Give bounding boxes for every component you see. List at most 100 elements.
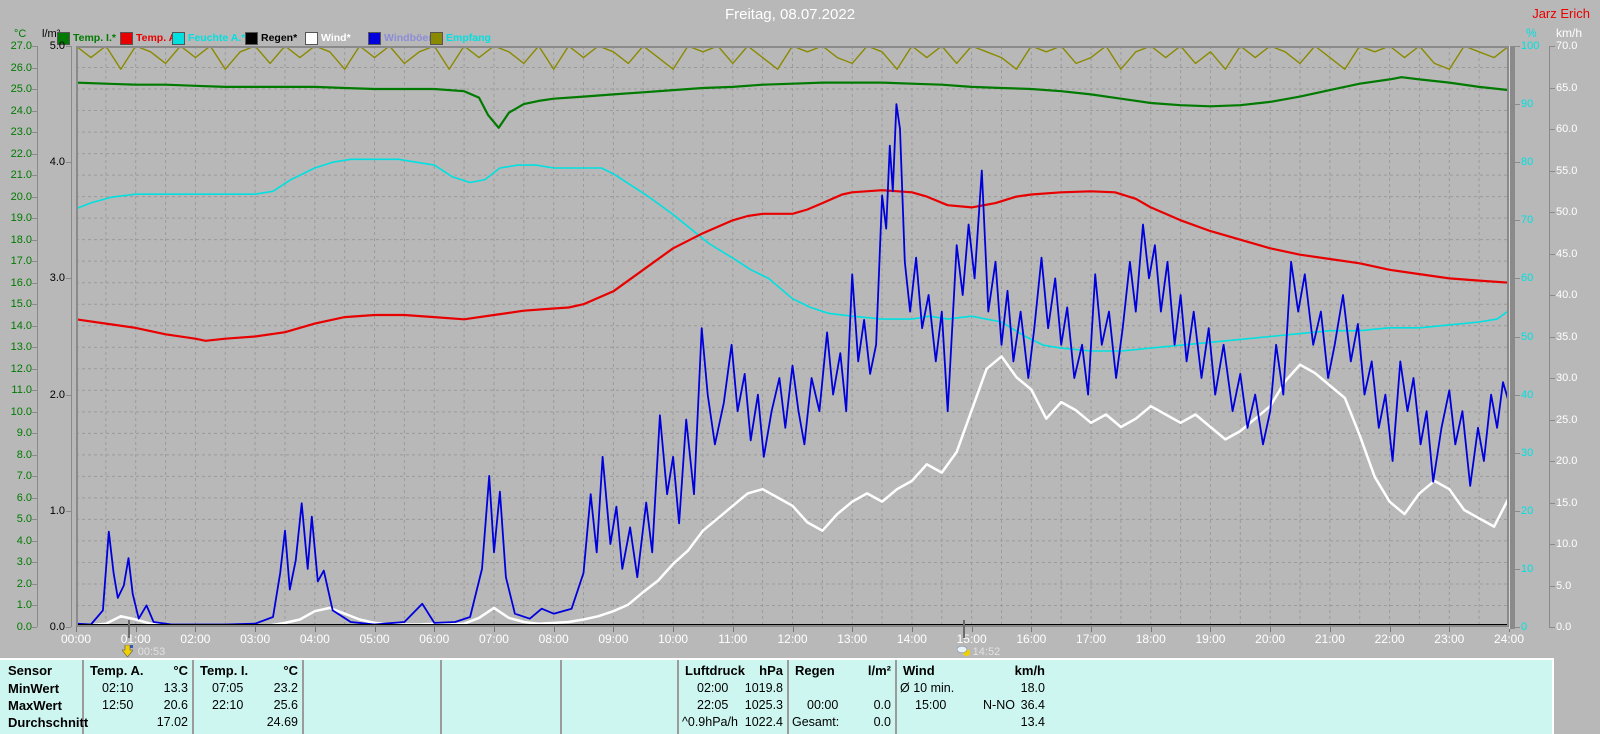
time-axis-label: 10:00 [658,632,689,646]
time-axis-label: 16:00 [1016,632,1047,646]
celsius-axis-tick [32,196,37,198]
time-axis-label: 04:00 [299,632,330,646]
celsius-axis-tick [32,67,37,69]
event-marker-tick [127,620,130,638]
time-axis-label: 02:00 [180,632,211,646]
legend-label-empfang: Empfang [446,32,491,44]
celsius-axis-tick [32,627,37,628]
table-header-unit: °C [173,663,188,678]
table-cell: 1022.4 [744,715,783,729]
celsius-axis-label: 22.0 [10,147,32,160]
table-cell: 0.0 [873,698,891,712]
legend-label-regen: Regen* [261,32,298,44]
table-cell: 13.3 [163,681,188,695]
celsius-axis-label: 24.0 [10,104,32,117]
kmh-axis-tick [1549,212,1555,213]
time-axis-tick [1449,627,1451,632]
kmh-axis-label: 0.0 [1556,621,1572,633]
kmh-axis-tick [1549,419,1555,421]
celsius-axis-line [37,46,38,627]
time-axis-tick [673,627,675,632]
time-axis-tick [314,627,316,632]
regen-swatch-icon [245,32,258,45]
celsius-axis-label: 20.0 [10,190,32,203]
kmh-axis-tick [1549,585,1555,587]
table-cell: 0.0 [873,715,891,729]
percent-axis-tick [1515,510,1520,512]
time-axis-tick [553,627,555,632]
kmh-axis-tick [1549,253,1555,255]
percent-axis-label: 30 [1521,446,1534,459]
celsius-axis-tick [32,562,37,564]
time-axis-label: 20:00 [1255,632,1286,646]
table-cell: 23.2 [273,681,298,695]
celsius-axis-tick [32,261,37,263]
celsius-unit-label: °C [14,28,27,40]
time-axis-tick [1031,627,1033,632]
time-axis-tick [374,627,376,632]
empfang-swatch-icon [430,32,443,45]
celsius-axis-label: 10.0 [10,405,32,418]
celsius-axis-label: 25.0 [10,83,32,96]
table-header-unit: hPa [759,663,783,678]
celsius-axis-label: 26.0 [10,61,32,74]
celsius-axis-tick [32,304,37,306]
time-axis-label: 12:00 [777,632,808,646]
percent-axis-label: 70 [1521,214,1534,227]
celsius-axis-label: 2.0 [16,577,32,590]
kmh-axis-tick [1549,502,1555,504]
wind-swatch-icon [305,32,318,45]
kmh-axis-tick [1549,46,1555,47]
lm2-axis-tick [66,510,71,512]
percent-unit-label: % [1526,26,1537,40]
lm2-axis-label: 4.0 [49,156,65,169]
event-marker-tick [962,620,965,638]
time-axis-label: 14:00 [896,632,927,646]
kmh-axis-label: 70.0 [1556,40,1578,52]
page-title: Freitag, 08.07.2022 [724,6,856,23]
time-axis-label: 18:00 [1135,632,1166,646]
celsius-axis-tick [32,540,37,542]
celsius-axis-label: 16.0 [10,276,32,289]
celsius-axis-label: 23.0 [10,126,32,139]
celsius-axis-tick [32,239,37,241]
time-axis-label: 06:00 [419,632,450,646]
celsius-axis-label: 13.0 [10,341,32,354]
time-axis-tick [732,627,734,632]
celsius-axis-tick [32,175,37,177]
table-column-divider [440,660,442,734]
celsius-axis-label: 7.0 [16,470,32,483]
celsius-axis-tick [32,368,37,370]
kmh-axis-tick [1549,378,1555,379]
time-axis-label: 21:00 [1314,632,1345,646]
time-axis-label: 22:00 [1374,632,1405,646]
lm2-axis-label: 1.0 [49,504,65,517]
celsius-axis-tick [32,347,37,349]
table-row-label: MinWert [8,681,60,696]
percent-axis-label: 50 [1521,330,1534,343]
legend-label-feuchte_a: Feuchte A.* [188,32,246,44]
percent-axis-label: 80 [1521,156,1534,169]
table-header-unit: °C [283,663,298,678]
celsius-axis-tick [32,476,37,478]
table-cell: 36.4 [1020,698,1045,712]
celsius-axis-tick [32,218,37,220]
time-axis-tick [852,627,854,632]
celsius-axis-label: 27.0 [10,40,32,52]
legend-label-temp_i: Temp. I.* [73,32,116,44]
time-axis-label: 07:00 [478,632,509,646]
percent-axis-tick [1515,278,1520,280]
lm2-axis-tick [66,46,71,47]
kmh-axis-tick [1549,336,1555,338]
kmh-axis-label: 65.0 [1556,81,1578,94]
time-axis-tick [1270,627,1272,632]
percent-axis-tick [1515,627,1520,628]
table-column-divider [302,660,304,734]
event-marker-time: 00:53 [137,646,166,658]
lm2-axis-tick [66,627,71,628]
percent-axis-tick [1515,46,1520,47]
table-cell: 18.0 [1020,681,1045,695]
celsius-axis-label: 4.0 [16,534,32,547]
time-axis-tick [135,627,137,632]
kmh-axis-label: 40.0 [1556,289,1578,301]
